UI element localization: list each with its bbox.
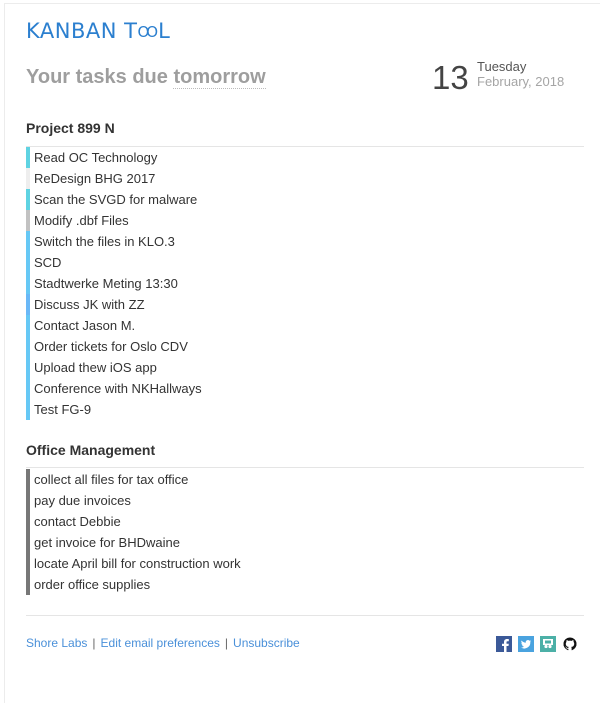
task-item[interactable]: Read OC Technology (26, 147, 202, 168)
task-color-bar (26, 210, 30, 231)
task-label: order office supplies (34, 577, 151, 592)
date-weekday: Tuesday (477, 59, 527, 74)
logo-text-start: KANBAN T (26, 19, 138, 43)
task-item[interactable]: Upload thew iOS app (26, 357, 202, 378)
task-item[interactable]: Switch the files in KLO.3 (26, 231, 202, 252)
task-item[interactable]: contact Debbie (26, 511, 241, 532)
task-label: Contact Jason M. (34, 318, 136, 333)
task-color-bar (26, 336, 30, 357)
headline-prefix: Your tasks due (26, 66, 174, 88)
task-color-bar (26, 168, 30, 189)
footer-links: Shore Labs | Edit email preferences | Unsubs… (26, 636, 300, 650)
twitter-icon[interactable] (518, 636, 534, 652)
edit-email-preferences-link[interactable]: Edit email preferences (101, 636, 220, 650)
task-color-bar (26, 189, 30, 210)
github-icon[interactable] (562, 636, 578, 652)
task-color-bar (26, 378, 30, 399)
task-item[interactable]: Order tickets for Oslo CDV (26, 336, 202, 357)
task-item[interactable]: Conference with NKHallways (26, 378, 202, 399)
task-label: Discuss JK with ZZ (34, 297, 145, 312)
task-list-office: collect all files for tax office pay due … (26, 469, 241, 595)
task-label: contact Debbie (34, 514, 121, 529)
task-color-bar (26, 357, 30, 378)
page-title: Your tasks due tomorrow (26, 66, 266, 89)
section-divider (26, 467, 584, 468)
task-item[interactable]: pay due invoices (26, 490, 241, 511)
facebook-icon[interactable] (496, 636, 512, 652)
unsubscribe-link[interactable]: Unsubscribe (233, 636, 300, 650)
task-item[interactable]: SCD (26, 252, 202, 273)
headline-highlight: tomorrow (173, 66, 266, 89)
task-item[interactable]: Scan the SVGD for malware (26, 189, 202, 210)
social-icons (496, 636, 578, 652)
task-label: Scan the SVGD for malware (34, 192, 198, 207)
task-color-bar (26, 294, 30, 315)
task-label: Switch the files in KLO.3 (34, 234, 175, 249)
task-label: ReDesign BHG 2017 (34, 171, 156, 186)
task-label: collect all files for tax office (34, 472, 189, 487)
task-label: Stadtwerke Meting 13:30 (34, 276, 178, 291)
task-label: Modify .dbf Files (34, 213, 129, 228)
task-item[interactable]: Stadtwerke Meting 13:30 (26, 273, 202, 294)
task-color-bar (26, 469, 30, 490)
footer-separator: | (224, 636, 229, 650)
task-label: locate April bill for construction work (34, 556, 241, 571)
task-color-bar (26, 553, 30, 574)
date-month-year: February, 2018 (477, 74, 565, 89)
task-item[interactable]: locate April bill for construction work (26, 553, 241, 574)
slideshare-icon[interactable] (540, 636, 556, 652)
section-title-office: Office Management (26, 442, 156, 458)
task-label: SCD (34, 255, 62, 270)
section-title-project: Project 899 N (26, 120, 115, 136)
task-item[interactable]: Test FG-9 (26, 399, 202, 420)
task-color-bar (26, 231, 30, 252)
task-item[interactable]: order office supplies (26, 574, 241, 595)
task-color-bar (26, 532, 30, 553)
logo-text-oo: OO (137, 23, 158, 41)
task-label: Order tickets for Oslo CDV (34, 339, 188, 354)
task-color-bar (26, 315, 30, 336)
task-label: Conference with NKHallways (34, 381, 202, 396)
task-color-bar (26, 252, 30, 273)
task-label: pay due invoices (34, 493, 131, 508)
task-color-bar (26, 399, 30, 420)
footer-divider (26, 615, 584, 616)
kanban-tool-logo: KANBAN TOO L (26, 19, 170, 43)
task-label: get invoice for BHDwaine (34, 535, 180, 550)
task-color-bar (26, 147, 30, 168)
footer-separator: | (92, 636, 96, 650)
task-color-bar (26, 273, 30, 294)
task-item[interactable]: ReDesign BHG 2017 (26, 168, 202, 189)
date-day-number: 13 (432, 59, 469, 96)
task-label: Upload thew iOS app (34, 360, 157, 375)
task-list-project: Read OC Technology ReDesign BHG 2017 Scan … (26, 147, 202, 420)
task-color-bar (26, 511, 30, 532)
task-label: Test FG-9 (34, 402, 92, 417)
task-item[interactable]: Contact Jason M. (26, 315, 202, 336)
task-item[interactable]: get invoice for BHDwaine (26, 532, 241, 553)
task-item[interactable]: Discuss JK with ZZ (26, 294, 202, 315)
shore-labs-link[interactable]: Shore Labs (26, 636, 87, 650)
task-item[interactable]: Modify .dbf Files (26, 210, 202, 231)
task-color-bar (26, 490, 30, 511)
task-color-bar (26, 574, 30, 595)
logo-text-end: L (158, 19, 171, 43)
task-item[interactable]: collect all files for tax office (26, 469, 241, 490)
task-label: Read OC Technology (34, 150, 158, 165)
